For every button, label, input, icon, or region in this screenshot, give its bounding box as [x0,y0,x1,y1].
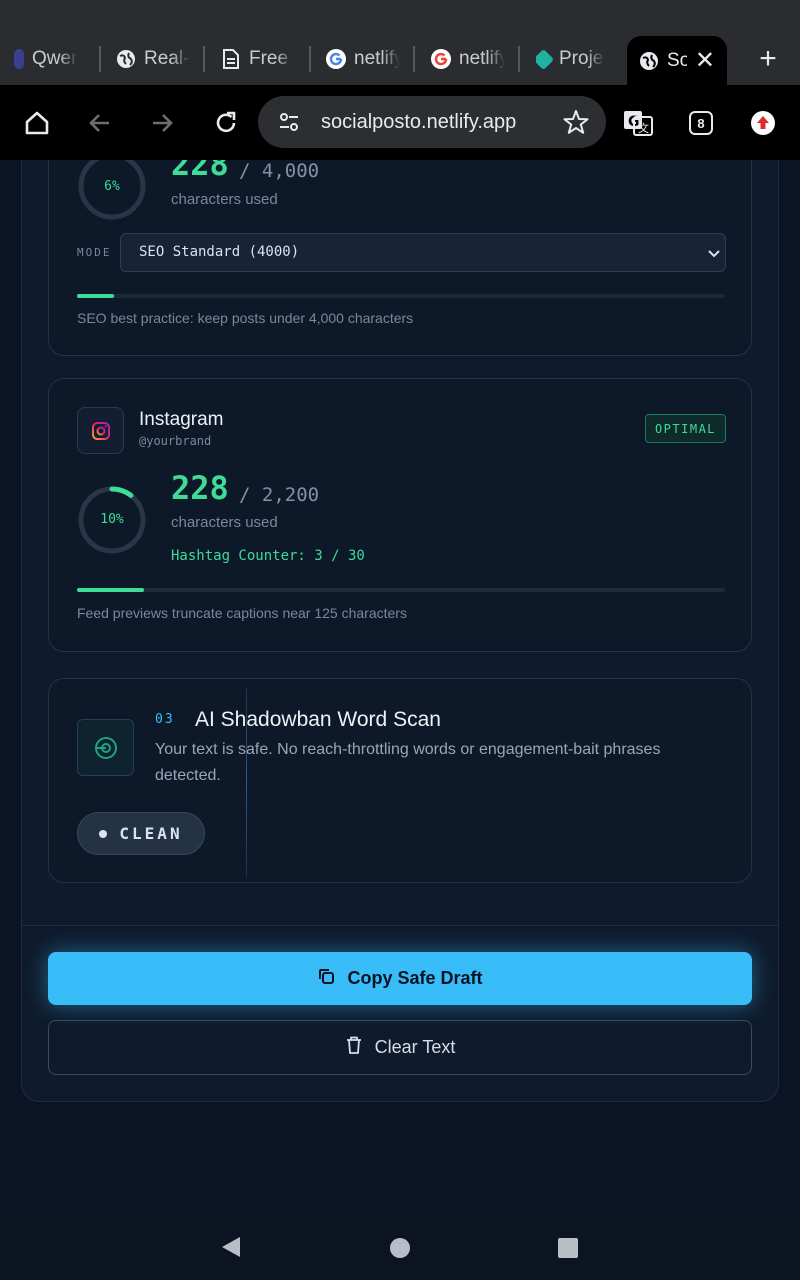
copy-icon [317,967,335,990]
browser-tab[interactable]: Projec [536,38,605,80]
mode-label: MODE [77,246,112,259]
browser-tab-strip: Qwen Real-t Free G netlify netlify Proje… [0,0,800,85]
browser-tab[interactable]: Real-t [116,38,190,80]
new-tab-icon[interactable]: + [752,44,784,76]
nav-back-icon[interactable] [220,1236,242,1263]
netlify-icon [536,48,555,70]
nav-home-icon[interactable] [390,1238,410,1263]
usage-progress-fill [77,588,145,592]
home-icon[interactable] [17,103,57,143]
instagram-icon [77,407,124,454]
character-count: 228 [171,469,229,507]
globe-icon [639,51,659,71]
usage-progress-bar [77,294,725,298]
divider [21,925,779,926]
reload-icon[interactable] [206,103,246,143]
system-navigation-bar [0,1206,800,1280]
browser-tab[interactable]: Qwen [14,38,78,80]
hashtag-counter: Hashtag Counter: 3 / 30 [171,548,365,564]
address-bar[interactable]: socialposto.netlify.app [258,96,606,148]
close-tab-icon[interactable]: ✕ [695,46,715,75]
status-dot [99,829,108,838]
platform-hint: SEO best practice: keep posts under 4,00… [77,310,414,326]
shadowban-scan-card: 03 AI Shadowban Word Scan Your text is s… [48,678,752,883]
browser-tab[interactable]: netlify [431,38,505,80]
platform-hint: Feed previews truncate captions near 125… [77,605,407,621]
page-content: 6% 228 / 4,000 characters used MODE SEO … [0,160,800,1206]
tab-switcher-button[interactable]: 8 [681,103,721,143]
status-badge: OPTIMAL [645,414,726,443]
copy-safe-draft-button[interactable]: Copy Safe Draft [48,952,752,1005]
usage-percent: 6% [104,179,120,194]
forward-icon[interactable] [142,103,182,143]
browser-tab[interactable]: netlify [326,38,400,80]
usage-percent: 10% [100,512,124,527]
platform-card-seo: 6% 228 / 4,000 characters used MODE SEO … [48,160,752,356]
characters-used-caption: characters used [171,514,278,531]
characters-used-caption: characters used [171,191,278,208]
qwen-icon [14,49,24,69]
section-number: 03 [155,712,175,727]
platform-card-instagram: Instagram @yourbrand OPTIMAL 10% 228 / 2… [48,378,752,652]
character-limit: / 4,000 [239,160,320,182]
trash-icon [345,1035,363,1060]
google-icon [431,49,451,69]
clear-text-button[interactable]: Clear Text [48,1020,752,1075]
site-settings-icon[interactable] [278,111,300,138]
globe-icon [116,49,136,69]
usage-progress-bar [77,588,725,592]
scan-result-text: Your text is safe. No reach-throttling w… [155,741,661,758]
url-text: socialposto.netlify.app [321,110,517,133]
scan-radar-icon [77,719,134,776]
browser-tab[interactable]: Free G [221,38,295,80]
platform-handle: @yourbrand [139,434,212,448]
platform-name: Instagram [139,409,224,430]
nav-recents-icon[interactable] [558,1238,578,1263]
chevron-down-icon [707,246,721,265]
character-count: 228 [171,160,229,183]
google-icon [326,49,346,69]
usage-progress-fill [77,294,114,298]
browser-tab-active[interactable]: So ✕ [627,36,727,85]
back-icon[interactable] [80,103,120,143]
bookmark-star-icon[interactable] [563,109,589,140]
character-limit: / 2,200 [239,484,320,506]
svg-text:文: 文 [638,121,649,135]
section-title: AI Shadowban Word Scan [195,708,441,731]
document-icon [221,49,241,69]
clean-status-pill: CLEAN [77,812,205,855]
update-icon[interactable] [743,103,783,143]
translate-icon[interactable]: G文 [618,103,658,143]
scan-result-text-cont: detected. [155,767,221,784]
mode-select[interactable]: SEO Standard (4000) [120,233,726,272]
